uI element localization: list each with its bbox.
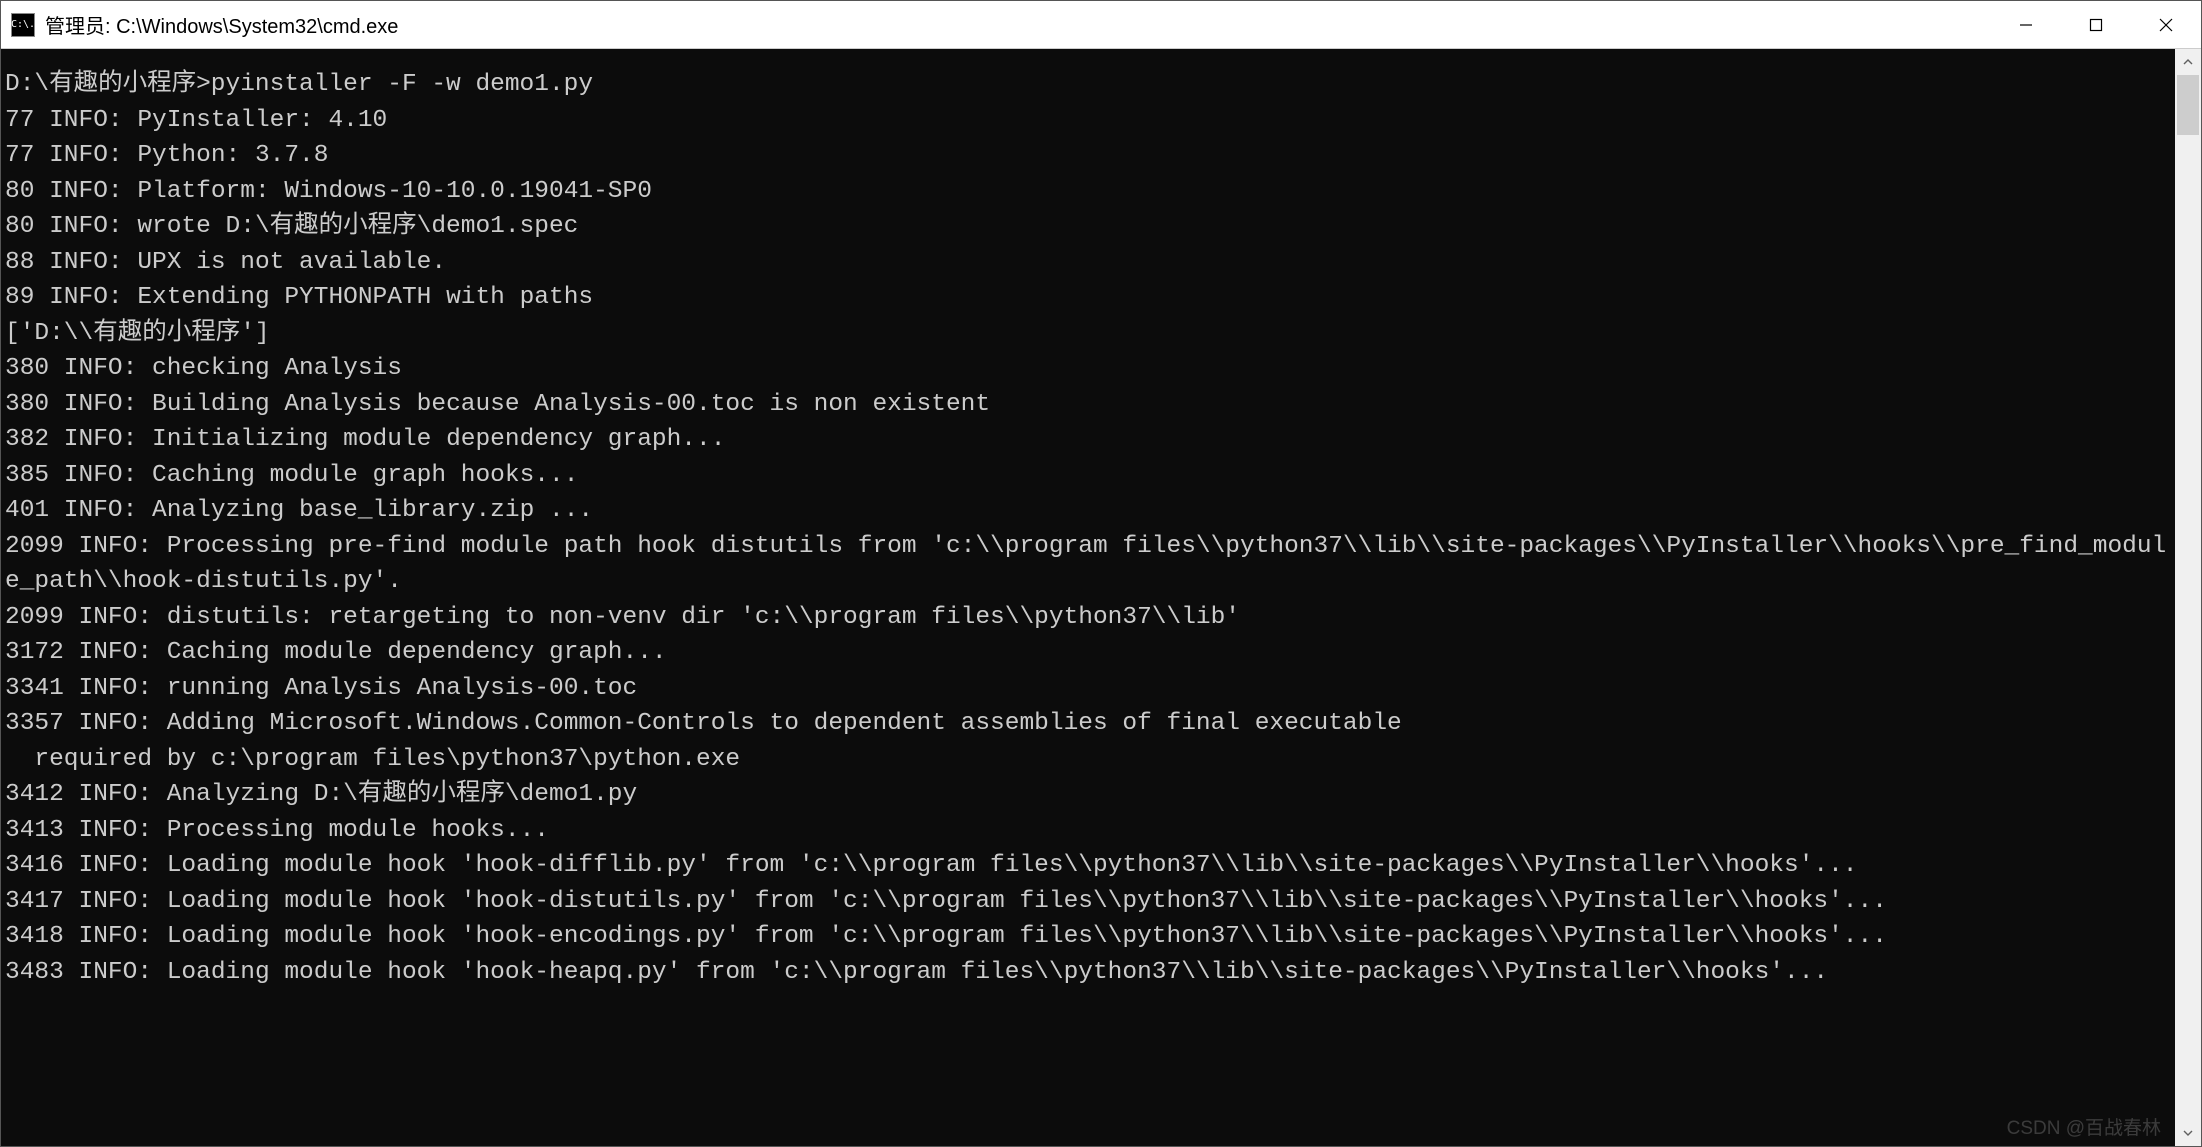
minimize-button[interactable] bbox=[1991, 1, 2061, 48]
console-output[interactable]: D:\有趣的小程序>pyinstaller -F -w demo1.py 77 … bbox=[1, 49, 2175, 1146]
scroll-up-button[interactable] bbox=[2175, 49, 2201, 75]
window-title: 管理员: C:\Windows\System32\cmd.exe bbox=[45, 10, 1991, 39]
close-button[interactable] bbox=[2131, 1, 2201, 48]
console-area: D:\有趣的小程序>pyinstaller -F -w demo1.py 77 … bbox=[1, 49, 2201, 1146]
scroll-track[interactable] bbox=[2175, 75, 2201, 1120]
titlebar[interactable]: C:\. 管理员: C:\Windows\System32\cmd.exe bbox=[1, 1, 2201, 49]
maximize-button[interactable] bbox=[2061, 1, 2131, 48]
window-controls bbox=[1991, 1, 2201, 48]
scroll-down-button[interactable] bbox=[2175, 1120, 2201, 1146]
cmd-window: C:\. 管理员: C:\Windows\System32\cmd.exe D:… bbox=[0, 0, 2202, 1147]
scrollbar[interactable] bbox=[2175, 49, 2201, 1146]
scroll-thumb[interactable] bbox=[2177, 75, 2199, 135]
cmd-icon: C:\. bbox=[11, 13, 35, 37]
